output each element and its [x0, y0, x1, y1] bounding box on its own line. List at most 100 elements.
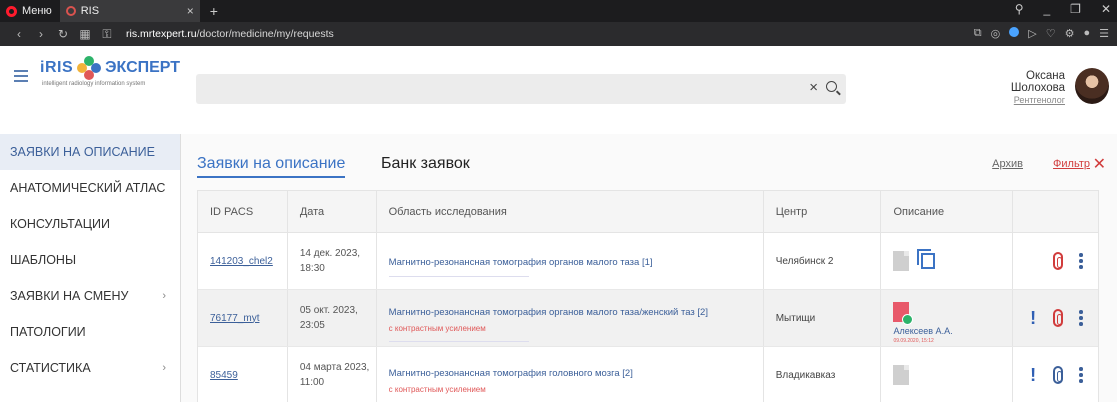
- url-field[interactable]: ris.mrtexpert.ru/doctor/medicine/my/requ…: [126, 28, 334, 40]
- row-center: Челябинск 2: [764, 233, 882, 289]
- new-tab-icon[interactable]: +: [200, 3, 228, 19]
- extensions-icon[interactable]: ⚙: [1065, 27, 1075, 40]
- chevron-right-icon: ›: [162, 290, 166, 302]
- tabs-grid-icon[interactable]: ▦: [74, 27, 96, 41]
- reload-icon[interactable]: ↻: [52, 27, 74, 41]
- restore-icon[interactable]: ❐: [1070, 2, 1081, 16]
- document-icon[interactable]: [893, 365, 910, 385]
- document-icon[interactable]: [893, 251, 910, 271]
- player-icon[interactable]: ▷: [1028, 27, 1036, 40]
- sidebar-item-consultations[interactable]: Консультации: [0, 206, 180, 242]
- vpn-shield-icon[interactable]: [1009, 27, 1020, 37]
- search-icon[interactable]: [826, 81, 837, 92]
- redacted-line: [388, 340, 529, 342]
- browser-menu-button[interactable]: Меню: [0, 0, 60, 22]
- avatar[interactable]: [1075, 68, 1109, 104]
- row-date: 05 окт. 2023,: [299, 305, 358, 316]
- filter-close-icon[interactable]: ✕: [1093, 154, 1106, 174]
- contrast-note: с контрастным усилением: [388, 323, 486, 333]
- more-vertical-icon[interactable]: [1079, 253, 1083, 269]
- main-tabs: Заявки на описание Банк заявок Архив Фил…: [181, 134, 1117, 188]
- sidebar-item-atlas[interactable]: Анатомический атлас: [0, 170, 180, 206]
- sidebar-item-shift-requests[interactable]: Заявки на смену ›: [0, 278, 180, 314]
- sidebar-item-requests[interactable]: Заявки на описание: [0, 134, 180, 170]
- study-area-link[interactable]: Магнитно-резонансная томография органов …: [389, 307, 708, 318]
- table-row[interactable]: 141203_chel2 14 дек. 2023, 18:30 Магнитно…: [198, 233, 1098, 290]
- sidebar-item-label: Заявки на смену: [10, 289, 129, 303]
- sidebar-item-pathologies[interactable]: Патологии: [0, 314, 180, 350]
- camera-icon[interactable]: ◎: [991, 27, 1001, 40]
- profile-icon[interactable]: ●: [1083, 27, 1090, 40]
- chevron-right-icon: ›: [162, 362, 166, 374]
- tab-favicon-icon: [65, 6, 76, 16]
- sidebar-item-label: Заявки на описание: [10, 145, 155, 159]
- brand-name-right: ЭКСПЕРТ: [105, 59, 181, 76]
- paperclip-icon[interactable]: [1053, 366, 1064, 384]
- row-center: Владикавказ: [764, 347, 882, 402]
- brand-name-left: iRIS: [40, 59, 74, 76]
- column-header-center[interactable]: Центр: [764, 191, 882, 232]
- brand-subtitle: intelligent radiology information system: [42, 81, 146, 87]
- browser-menu-label: Меню: [22, 5, 52, 17]
- sidebar-item-label: Шаблоны: [10, 253, 77, 267]
- tab-request-bank[interactable]: Банк заявок: [381, 155, 470, 173]
- site-info-icon[interactable]: ⚿: [96, 27, 118, 42]
- snapshot-icon[interactable]: ⧉: [974, 27, 982, 40]
- column-header-description[interactable]: Описание: [881, 191, 1014, 232]
- table-row[interactable]: 85459 04 марта 2023, 11:00 Магнитно-резон…: [198, 347, 1098, 402]
- archive-link[interactable]: Архив: [992, 158, 1023, 170]
- sidebar-item-label: Консультации: [10, 217, 110, 231]
- column-header-id[interactable]: ID PACS: [198, 191, 288, 232]
- column-header-date[interactable]: Дата: [288, 191, 377, 232]
- more-vertical-icon[interactable]: [1079, 310, 1083, 326]
- pacs-id-link[interactable]: 76177_myt: [210, 313, 259, 324]
- easy-setup-icon[interactable]: ☰: [1099, 27, 1109, 40]
- url-host: ris.mrtexpert.ru: [126, 28, 197, 40]
- pacs-id-link[interactable]: 85459: [210, 370, 238, 381]
- minimize-icon[interactable]: _: [1043, 2, 1050, 16]
- table-row[interactable]: 76177_myt 05 окт. 2023, 23:05 Магнитно-ре…: [198, 290, 1098, 347]
- brand-logo[interactable]: iRIS ЭКСПЕРТ intelligent radiology infor…: [40, 56, 180, 87]
- close-window-icon[interactable]: ✕: [1101, 2, 1111, 16]
- hamburger-menu-icon[interactable]: [14, 70, 28, 85]
- report-done-icon[interactable]: [893, 302, 914, 325]
- url-path: /doctor/medicine/my/requests: [196, 28, 334, 40]
- pacs-id-link[interactable]: 141203_chel2: [210, 256, 273, 267]
- redacted-line: [388, 276, 529, 277]
- search-clear-icon[interactable]: ×: [809, 79, 818, 96]
- user-role-link[interactable]: Рентгенолог: [1011, 94, 1065, 106]
- row-time: 18:30: [299, 263, 325, 274]
- tab-requests[interactable]: Заявки на описание: [197, 155, 346, 178]
- row-date: 04 марта 2023,: [299, 362, 370, 373]
- paperclip-icon[interactable]: [1053, 309, 1064, 327]
- study-area-link[interactable]: Магнитно-резонансная томография органов …: [389, 257, 653, 268]
- sidebar-item-statistics[interactable]: Статистика ›: [0, 350, 180, 386]
- forward-icon[interactable]: ›: [30, 27, 52, 41]
- user-last-name: Шолохова: [1010, 82, 1065, 94]
- sidebar: Заявки на описание Анатомический атлас К…: [0, 88, 180, 402]
- window-controls: ⚲ _ ❐ ✕: [1015, 2, 1111, 16]
- search-input[interactable]: ×: [196, 74, 846, 104]
- heart-icon[interactable]: ♡: [1046, 27, 1056, 40]
- more-vertical-icon[interactable]: [1079, 367, 1083, 383]
- tab-close-icon[interactable]: ×: [187, 4, 194, 18]
- table-header: ID PACS Дата Область исследования Центр …: [198, 191, 1098, 233]
- browser-search-icon[interactable]: ⚲: [1015, 2, 1024, 16]
- sidebar-item-label: Анатомический атлас: [10, 181, 166, 195]
- sidebar-item-templates[interactable]: Шаблоны: [0, 242, 180, 278]
- tab-title: RIS: [80, 5, 100, 17]
- study-area-link[interactable]: Магнитно-резонансная томография головног…: [389, 368, 633, 379]
- browser-tab[interactable]: RIS ×: [59, 0, 200, 22]
- filter-link[interactable]: Фильтр: [1053, 158, 1090, 170]
- copy-icon[interactable]: [917, 249, 936, 269]
- row-time: 11:00: [299, 377, 325, 388]
- address-bar: ‹ › ↻ ▦ ⚿ ris.mrtexpert.ru/doctor/medici…: [0, 22, 1117, 46]
- column-header-area[interactable]: Область исследования: [377, 191, 764, 232]
- back-icon[interactable]: ‹: [8, 27, 30, 41]
- exclamation-icon[interactable]: !: [1029, 308, 1037, 329]
- user-first-name: Оксана: [1026, 70, 1065, 82]
- sidebar-item-label: Статистика: [10, 361, 91, 375]
- paperclip-icon[interactable]: [1053, 252, 1064, 270]
- column-header-actions: [1013, 191, 1098, 232]
- exclamation-icon[interactable]: !: [1029, 365, 1037, 386]
